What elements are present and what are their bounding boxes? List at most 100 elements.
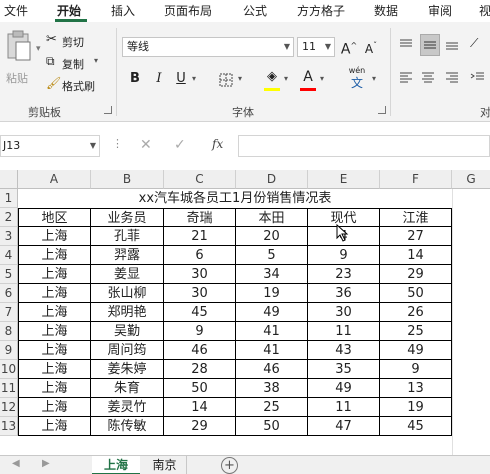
cancel-icon[interactable]: ✕ <box>140 137 152 153</box>
decrease-font-size-button[interactable]: Aˇ <box>362 37 380 57</box>
format-painter-button[interactable]: 🖌 格式刷 <box>44 76 106 94</box>
table-header-cell[interactable]: 奇瑞 <box>164 208 236 227</box>
table-cell[interactable]: 姜显 <box>91 265 164 284</box>
table-cell[interactable]: 27 <box>380 227 452 246</box>
table-cell[interactable]: 46 <box>164 341 236 360</box>
table-cell[interactable]: 26 <box>380 303 452 322</box>
tab-review[interactable]: 审阅 <box>428 2 452 19</box>
table-cell[interactable]: 9 <box>164 322 236 341</box>
table-cell[interactable]: 28 <box>164 360 236 379</box>
add-sheet-button[interactable]: + <box>221 457 238 474</box>
row-header[interactable]: 6 <box>0 284 18 303</box>
table-cell[interactable]: 41 <box>236 322 308 341</box>
font-name-select[interactable]: 等线 ▼ <box>122 37 294 57</box>
font-color-button[interactable]: A <box>298 68 318 88</box>
paste-button[interactable]: 粘贴 <box>4 28 34 85</box>
formula-input[interactable] <box>238 135 490 157</box>
borders-button[interactable] <box>216 70 236 90</box>
align-bottom-button[interactable] <box>444 36 464 56</box>
row-header[interactable]: 3 <box>0 227 18 246</box>
scroll-left-icon[interactable]: ◀ <box>12 458 20 469</box>
row-header[interactable]: 10 <box>0 360 18 379</box>
paste-dropdown-icon[interactable]: ▾ <box>36 44 41 54</box>
row-header[interactable]: 13 <box>0 417 18 436</box>
table-cell[interactable]: 上海 <box>18 341 91 360</box>
table-header-cell[interactable]: 业务员 <box>91 208 164 227</box>
table-cell[interactable]: 11 <box>308 398 380 417</box>
table-cell[interactable]: 19 <box>380 398 452 417</box>
table-cell[interactable]: 29 <box>164 417 236 436</box>
row-header[interactable]: 7 <box>0 303 18 322</box>
table-cell[interactable]: 姜朱婷 <box>91 360 164 379</box>
table-cell[interactable]: 11 <box>308 322 380 341</box>
table-cell[interactable]: 50 <box>380 284 452 303</box>
table-cell[interactable]: 羿露 <box>91 246 164 265</box>
table-cell[interactable]: 6 <box>164 246 236 265</box>
row-header[interactable]: 1 <box>0 189 18 208</box>
table-cell[interactable]: 9 <box>380 360 452 379</box>
table-cell[interactable]: 上海 <box>18 417 91 436</box>
table-header-cell[interactable]: 本田 <box>236 208 308 227</box>
font-size-select[interactable]: 11 ▼ <box>297 37 335 57</box>
table-cell[interactable]: 13 <box>380 379 452 398</box>
table-cell[interactable]: 46 <box>236 360 308 379</box>
table-cell[interactable]: 上海 <box>18 246 91 265</box>
column-header-g[interactable]: G <box>452 170 490 189</box>
enter-icon[interactable]: ✓ <box>174 137 186 153</box>
underline-dropdown-icon[interactable]: ▾ <box>192 74 196 83</box>
tab-page-layout[interactable]: 页面布局 <box>164 2 212 19</box>
table-cell[interactable]: 孔菲 <box>91 227 164 246</box>
tab-insert[interactable]: 插入 <box>111 2 135 19</box>
scroll-right-icon[interactable]: ▶ <box>42 458 50 469</box>
name-box[interactable]: J13 ▼ <box>0 135 100 157</box>
table-cell[interactable]: 上海 <box>18 303 91 322</box>
table-cell[interactable]: 45 <box>164 303 236 322</box>
table-cell[interactable]: 9 <box>308 246 380 265</box>
insert-function-icon[interactable]: fx <box>212 137 223 151</box>
table-cell[interactable]: 25 <box>380 322 452 341</box>
chevron-down-icon[interactable]: ▼ <box>90 136 96 156</box>
table-cell[interactable]: 50 <box>164 379 236 398</box>
font-color-dropdown-icon[interactable]: ▾ <box>320 74 324 83</box>
tab-view[interactable]: 视 <box>479 2 490 19</box>
font-dialog-launcher[interactable] <box>378 106 386 114</box>
tab-data[interactable]: 数据 <box>374 2 398 19</box>
align-top-button[interactable] <box>398 36 418 56</box>
table-cell[interactable]: 49 <box>308 379 380 398</box>
table-cell[interactable]: 45 <box>380 417 452 436</box>
table-cell[interactable]: 朱育 <box>91 379 164 398</box>
table-cell[interactable]: 吴勤 <box>91 322 164 341</box>
table-cell[interactable]: 周问筠 <box>91 341 164 360</box>
table-cell[interactable]: 30 <box>164 284 236 303</box>
table-cell[interactable]: 上海 <box>18 284 91 303</box>
table-header-cell[interactable]: 地区 <box>18 208 91 227</box>
phonetic-dropdown-icon[interactable]: ▾ <box>372 74 376 83</box>
table-cell[interactable]: 43 <box>308 341 380 360</box>
table-cell[interactable]: 19 <box>236 284 308 303</box>
table-cell[interactable]: 5 <box>236 246 308 265</box>
table-cell[interactable]: 上海 <box>18 265 91 284</box>
table-cell[interactable]: 49 <box>380 341 452 360</box>
tab-formulas[interactable]: 公式 <box>243 2 267 19</box>
clipboard-dialog-launcher[interactable] <box>104 106 112 114</box>
table-cell[interactable]: 49 <box>236 303 308 322</box>
column-header-c[interactable]: C <box>164 170 236 189</box>
table-cell[interactable]: 14 <box>164 398 236 417</box>
table-cell[interactable]: 25 <box>236 398 308 417</box>
underline-button[interactable]: U <box>172 70 190 90</box>
table-cell[interactable]: 上海 <box>18 322 91 341</box>
increase-font-size-button[interactable]: A^ <box>340 37 358 58</box>
table-cell[interactable]: 35 <box>308 360 380 379</box>
table-cell[interactable]: 34 <box>236 265 308 284</box>
sheet-tab-shanghai[interactable]: 上海 <box>92 456 140 474</box>
fill-color-dropdown-icon[interactable]: ▾ <box>284 74 288 83</box>
table-cell[interactable]: 上海 <box>18 379 91 398</box>
row-header[interactable]: 12 <box>0 398 18 417</box>
copy-dropdown-icon[interactable]: ▾ <box>94 56 98 65</box>
row-header[interactable]: 2 <box>0 208 18 227</box>
align-middle-button[interactable] <box>420 34 440 56</box>
row-header[interactable]: 5 <box>0 265 18 284</box>
align-right-button[interactable] <box>444 70 464 90</box>
borders-dropdown-icon[interactable]: ▾ <box>238 74 242 83</box>
table-cell[interactable]: 38 <box>236 379 308 398</box>
